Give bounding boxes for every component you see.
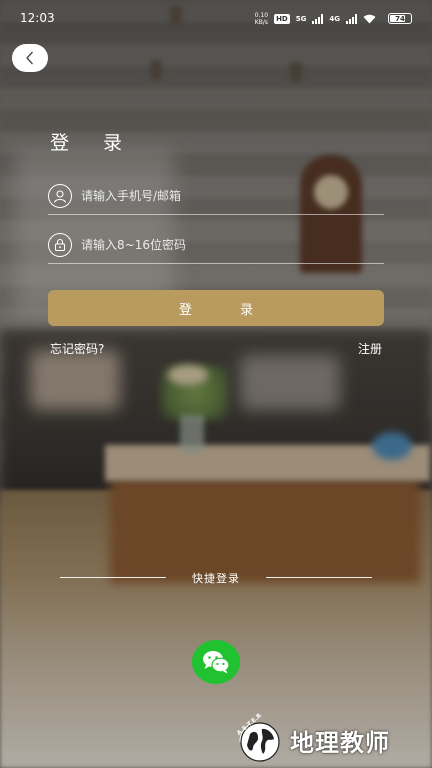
network-speed: 0.10 KB/s (255, 12, 268, 26)
wifi-icon (363, 14, 376, 24)
back-button[interactable] (12, 44, 48, 72)
watermark-text: 地理教师 (290, 728, 390, 757)
globe-logo-icon: A.S.T.E.R (235, 712, 280, 762)
network-speed-value: 0.10 (254, 12, 269, 19)
lock-icon (48, 233, 72, 257)
signal-icon (312, 14, 324, 24)
signal-icon (346, 14, 357, 24)
battery-icon: 74 (388, 13, 412, 24)
forgot-password-link[interactable]: 忘记密码? (50, 340, 104, 357)
page-title: 登 录 (50, 132, 137, 154)
network-type-label: 5G (295, 15, 307, 23)
status-indicators: 0.10 KB/s HD 5G 4G (255, 12, 376, 26)
phone-field[interactable] (48, 178, 384, 215)
chevron-left-icon (26, 51, 33, 65)
watermark: A.S.T.E.R 地理教师 (228, 712, 428, 768)
login-button[interactable]: 登 录 (48, 290, 384, 326)
register-link[interactable]: 注册 (358, 340, 382, 357)
status-bar: 12:03 0.10 KB/s HD 5G 4G 74 (0, 0, 432, 38)
network-speed-unit: KB/s (254, 19, 268, 26)
status-time: 12:03 (20, 11, 55, 25)
wechat-icon (203, 651, 230, 674)
password-input[interactable] (81, 238, 371, 252)
divider (60, 577, 166, 578)
quick-login-label: 快捷登录 (192, 572, 240, 585)
battery-percent: 74 (395, 14, 405, 23)
network-type-label: 4G (329, 15, 340, 23)
user-icon (48, 184, 72, 208)
hd-badge: HD (274, 14, 290, 24)
divider (266, 577, 372, 578)
phone-input[interactable] (81, 189, 371, 203)
wechat-login-button[interactable] (192, 640, 240, 684)
password-field[interactable] (48, 227, 384, 264)
